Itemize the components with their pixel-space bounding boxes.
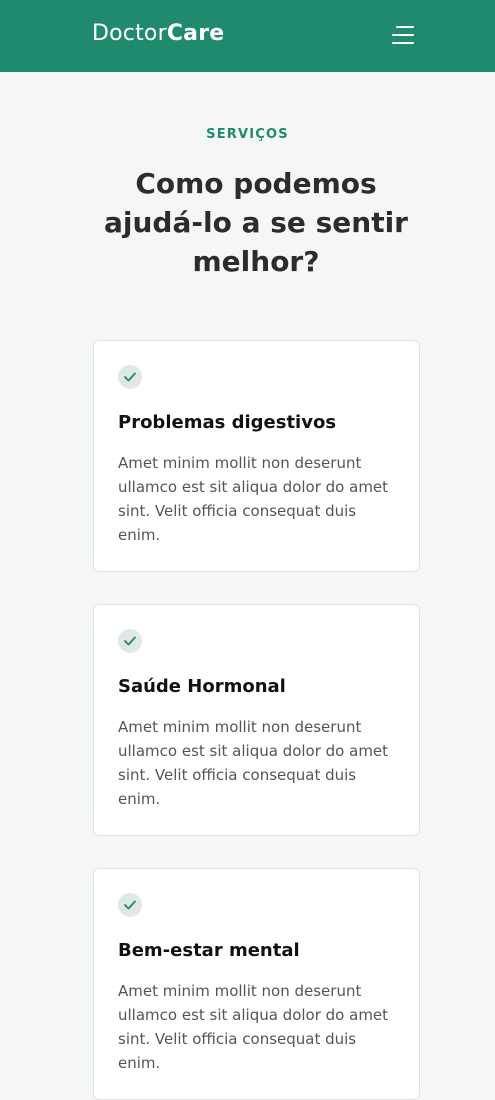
hamburger-line (392, 42, 414, 44)
logo[interactable]: DoctorCare (92, 20, 224, 48)
logo-text-light: Doctor (92, 21, 167, 46)
service-card: Problemas digestivos Amet minim mollit n… (93, 340, 420, 572)
card-title: Saúde Hormonal (118, 676, 286, 697)
check-icon (118, 629, 142, 653)
menu-button[interactable] (386, 22, 420, 50)
site-header: DoctorCare (0, 0, 495, 72)
check-icon (118, 893, 142, 917)
section-tag: SERVIÇOS (206, 127, 289, 142)
service-card: Bem-estar mental Amet minim mollit non d… (93, 868, 420, 1100)
card-text: Amet minim mollit non deserunt ullamco e… (118, 982, 389, 1072)
hamburger-line (392, 34, 414, 36)
card-title: Bem-estar mental (118, 940, 300, 961)
card-text: Amet minim mollit non deserunt ullamco e… (118, 454, 389, 544)
service-card: Saúde Hormonal Amet minim mollit non des… (93, 604, 420, 836)
card-text: Amet minim mollit non deserunt ullamco e… (118, 718, 389, 808)
hamburger-menu-icon (396, 26, 414, 28)
section-title: Como podemos ajudá-lo a se sentir melhor… (104, 167, 408, 278)
check-icon (118, 365, 142, 389)
card-title: Problemas digestivos (118, 412, 337, 433)
logo-text-bold: Care (166, 21, 225, 46)
